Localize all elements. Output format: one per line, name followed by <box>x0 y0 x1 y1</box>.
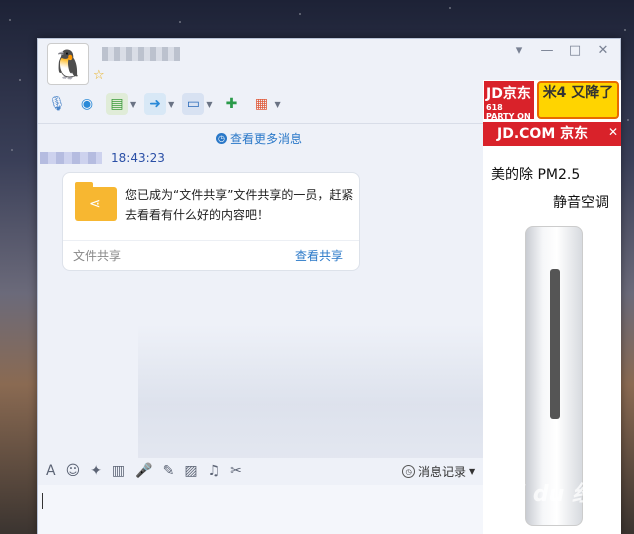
ad-subline: 静音空调 <box>553 195 609 211</box>
share-icon: ⋖ <box>89 196 101 212</box>
view-share-link[interactable]: 查看共享 <box>295 247 343 264</box>
font-icon[interactable]: A <box>46 463 56 479</box>
video-call-button[interactable]: ◉ <box>76 91 98 117</box>
avatar[interactable]: 🐧 <box>47 43 89 85</box>
chevron-down-icon: ▼ <box>206 99 213 109</box>
create-discussion-button[interactable]: ✚ <box>220 91 242 117</box>
chat-add-icon: ✚ <box>225 96 238 112</box>
jd-banner: JD.COM 京东 <box>483 122 621 146</box>
message-time: 18:43:23 <box>111 151 165 165</box>
message-history-button[interactable]: ◷ 消息记录 ▼ <box>402 463 475 480</box>
card-footer: 文件共享 查看共享 <box>63 240 359 270</box>
chevron-down-icon: ▼ <box>130 99 137 109</box>
card-source-label: 文件共享 <box>73 249 122 263</box>
text-cursor <box>42 493 43 509</box>
file-share-card[interactable]: ⋖ 您已成为“文件共享”文件共享的一员，赶紧去看看有什么好的内容吧！ 文件共享 … <box>62 172 360 271</box>
message-area[interactable]: ◷ 查看更多消息 18:43:23 ⋖ 您已成为“文件共享”文件共享的一员，赶紧… <box>38 123 483 458</box>
message-input[interactable] <box>38 485 483 534</box>
contact-name-blurred <box>102 47 180 61</box>
chat-toolbar: 🎙 ◉ ▤ ▼ ➜ ▼ ▭ ▼ ✚ ▦ ▼ <box>46 91 289 117</box>
send-file-icon: ➜ <box>144 93 167 115</box>
penguin-icon: 🐧 <box>50 47 86 81</box>
screen-share-button[interactable]: ▭ ▼ <box>182 91 212 117</box>
history-label: 消息记录 <box>418 465 467 479</box>
maximize-button[interactable]: □ <box>566 43 584 58</box>
video-msg-icon[interactable]: ▥ <box>112 463 125 479</box>
chevron-down-icon: ▼ <box>274 99 281 109</box>
clock-icon: ◷ <box>216 133 227 144</box>
star-icon: ☆ <box>93 68 105 83</box>
remote-desktop-button[interactable]: ▤ ▼ <box>106 91 136 117</box>
remote-desktop-icon: ▤ <box>106 93 128 115</box>
more-messages-link[interactable]: ◷ 查看更多消息 <box>216 130 302 147</box>
background-cityscape <box>138 324 483 458</box>
nudge-icon[interactable]: ✦ <box>90 463 102 479</box>
handwrite-icon[interactable]: ✎ <box>163 463 175 479</box>
menu-chevron-icon[interactable]: ▾ <box>510 43 528 58</box>
ad-headline: 美的除 PM2.5 <box>491 167 581 183</box>
clock-icon: ◷ <box>402 465 415 478</box>
voice-msg-icon[interactable]: 🎤 <box>135 463 152 479</box>
chevron-down-icon: ▼ <box>168 99 175 109</box>
chevron-down-icon: ▼ <box>469 467 476 476</box>
card-message: 您已成为“文件共享”文件共享的一员，赶紧去看看有什么好的内容吧！ <box>125 188 354 222</box>
sender-name-blurred <box>40 152 102 164</box>
jd-logo: JD京东 618 PARTY ON <box>484 81 534 121</box>
microphone-icon: 🎙 <box>48 96 66 112</box>
apps-button[interactable]: ▦ ▼ <box>250 91 281 117</box>
shared-folder-icon: ⋖ <box>75 182 117 221</box>
more-messages-label: 查看更多消息 <box>230 132 303 146</box>
window-controls: ▾ — □ ✕ <box>510 43 612 58</box>
screen-share-icon: ▭ <box>182 93 205 115</box>
chat-window: 🐧 ☆ ▾ — □ ✕ 🎙 ◉ ▤ ▼ ➜ ▼ ▭ ▼ ✚ ▦ ▼ ◷ 查看更多消息 1… <box>37 38 621 534</box>
ad-panel[interactable]: JD京东 618 PARTY ON 米4 又降了 JD.COM 京东 ✕ 美的除 … <box>483 80 621 534</box>
voice-call-button[interactable]: 🎙 <box>46 91 68 117</box>
close-button[interactable]: ✕ <box>594 43 612 58</box>
camera-icon: ◉ <box>80 96 94 112</box>
ad-close-button[interactable]: ✕ <box>608 125 618 139</box>
minimize-button[interactable]: — <box>538 43 556 58</box>
screenshot-scissors-icon[interactable]: ✂ <box>230 463 242 479</box>
image-icon[interactable]: ▨ <box>184 463 197 479</box>
send-file-button[interactable]: ➜ ▼ <box>144 91 174 117</box>
watermark: Bai du 经验 <box>486 482 616 507</box>
apps-grid-icon: ▦ <box>254 96 269 112</box>
ad-header: JD京东 618 PARTY ON 米4 又降了 <box>483 80 621 122</box>
music-icon[interactable]: ♫ <box>208 463 221 479</box>
mi4-promo: 米4 又降了 <box>537 81 619 119</box>
emoji-icon[interactable]: ☺ <box>66 463 81 479</box>
